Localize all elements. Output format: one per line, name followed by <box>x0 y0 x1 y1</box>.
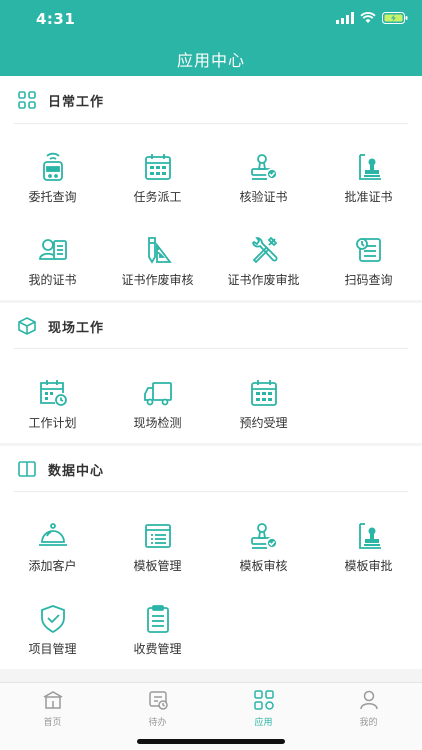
cube-icon <box>18 317 36 335</box>
app-task-dispatch[interactable]: 任务派工 <box>105 152 210 222</box>
section-title: 数据中心 <box>48 464 105 479</box>
app-label: 我的证书 <box>28 273 77 287</box>
status-icons <box>336 12 408 24</box>
app-label: 扫码查询 <box>344 273 393 287</box>
app-label: 模板审批 <box>344 559 393 573</box>
stamp-check-icon <box>251 154 278 180</box>
app-label: 模板管理 <box>133 559 182 573</box>
app-approve-certificate[interactable]: 批准证书 <box>316 152 421 222</box>
calendar-clock-icon <box>40 380 67 406</box>
app-fee-management[interactable]: 收费管理 <box>105 604 210 674</box>
ruler-pencil-icon <box>148 237 172 264</box>
user-icon <box>360 690 378 710</box>
section-field-work: 现场工作 <box>0 302 422 350</box>
divider <box>14 123 408 124</box>
app-void-review[interactable]: 证书作废审核 <box>105 235 210 305</box>
app-label: 批准证书 <box>344 190 393 204</box>
wifi-device-icon <box>43 152 63 181</box>
seal-stamp-icon <box>359 523 381 549</box>
app-label: 收费管理 <box>133 642 182 656</box>
app-scan-query[interactable]: 扫码查询 <box>316 235 421 305</box>
battery-icon <box>382 12 408 24</box>
app-label: 证书作废审批 <box>227 273 300 287</box>
app-label: 预约受理 <box>239 416 288 430</box>
person-card-icon <box>39 239 67 260</box>
todo-icon <box>149 691 168 710</box>
service-bell-icon <box>39 523 67 546</box>
clipboard-list-icon <box>147 605 169 633</box>
calendar-icon <box>145 154 171 180</box>
stamp-check-icon <box>251 523 278 549</box>
app-work-plan[interactable]: 工作计划 <box>0 378 105 448</box>
app-label: 工作计划 <box>28 416 77 430</box>
app-label: 模板审核 <box>239 559 288 573</box>
section-data-center: 数据中心 <box>0 445 422 493</box>
divider <box>14 491 408 492</box>
divider <box>14 348 408 349</box>
section-title: 现场工作 <box>48 321 105 336</box>
signal-icon <box>336 12 354 24</box>
app-label: 委托查询 <box>28 190 77 204</box>
app-field-testing[interactable]: 现场检测 <box>105 378 210 448</box>
app-label: 任务派工 <box>133 190 182 204</box>
status-time: 4:31 <box>36 10 76 28</box>
grid-icon <box>18 91 36 109</box>
app-template-management[interactable]: 模板管理 <box>105 521 210 591</box>
tab-label: 我的 <box>359 718 378 728</box>
app-label: 添加客户 <box>28 559 77 573</box>
home-indicator <box>137 739 285 744</box>
tab-apps[interactable]: 应用 <box>211 689 316 729</box>
seal-stamp-icon <box>359 154 381 180</box>
section-title: 日常工作 <box>48 95 105 110</box>
tools-icon <box>251 236 278 264</box>
app-verify-certificate[interactable]: 核验证书 <box>211 152 316 222</box>
template-list-icon <box>145 524 171 548</box>
book-icon <box>18 461 36 477</box>
tab-label: 待办 <box>148 718 167 728</box>
app-label: 现场检测 <box>133 416 182 430</box>
page-title: 应用中心 <box>176 51 245 70</box>
app-template-review[interactable]: 模板审核 <box>211 521 316 591</box>
app-entrust-query[interactable]: 委托查询 <box>0 152 105 222</box>
scan-document-icon <box>356 238 381 262</box>
wifi-icon <box>360 12 376 23</box>
app-label: 核验证书 <box>239 190 288 204</box>
tab-label: 首页 <box>43 718 62 728</box>
app-label: 项目管理 <box>28 642 77 656</box>
tab-home[interactable]: 首页 <box>0 689 105 729</box>
apps-icon <box>254 690 274 710</box>
app-label: 证书作废审核 <box>121 273 194 287</box>
calendar-icon <box>251 380 277 406</box>
tab-mine[interactable]: 我的 <box>316 689 421 729</box>
tab-label: 应用 <box>254 718 273 728</box>
app-appointment[interactable]: 预约受理 <box>211 378 316 448</box>
app-void-approval[interactable]: 证书作废审批 <box>211 235 316 305</box>
app-project-management[interactable]: 项目管理 <box>0 604 105 674</box>
tab-todo[interactable]: 待办 <box>105 689 210 729</box>
app-my-certificates[interactable]: 我的证书 <box>0 235 105 305</box>
shield-check-icon <box>41 605 65 634</box>
app-template-approval[interactable]: 模板审批 <box>316 521 421 591</box>
section-daily-work: 日常工作 <box>0 76 422 124</box>
home-icon <box>43 691 63 709</box>
truck-icon <box>144 382 172 406</box>
section-gap <box>0 669 422 682</box>
app-header: 4:31 应用中心 <box>0 0 422 76</box>
app-add-customer[interactable]: 添加客户 <box>0 521 105 591</box>
